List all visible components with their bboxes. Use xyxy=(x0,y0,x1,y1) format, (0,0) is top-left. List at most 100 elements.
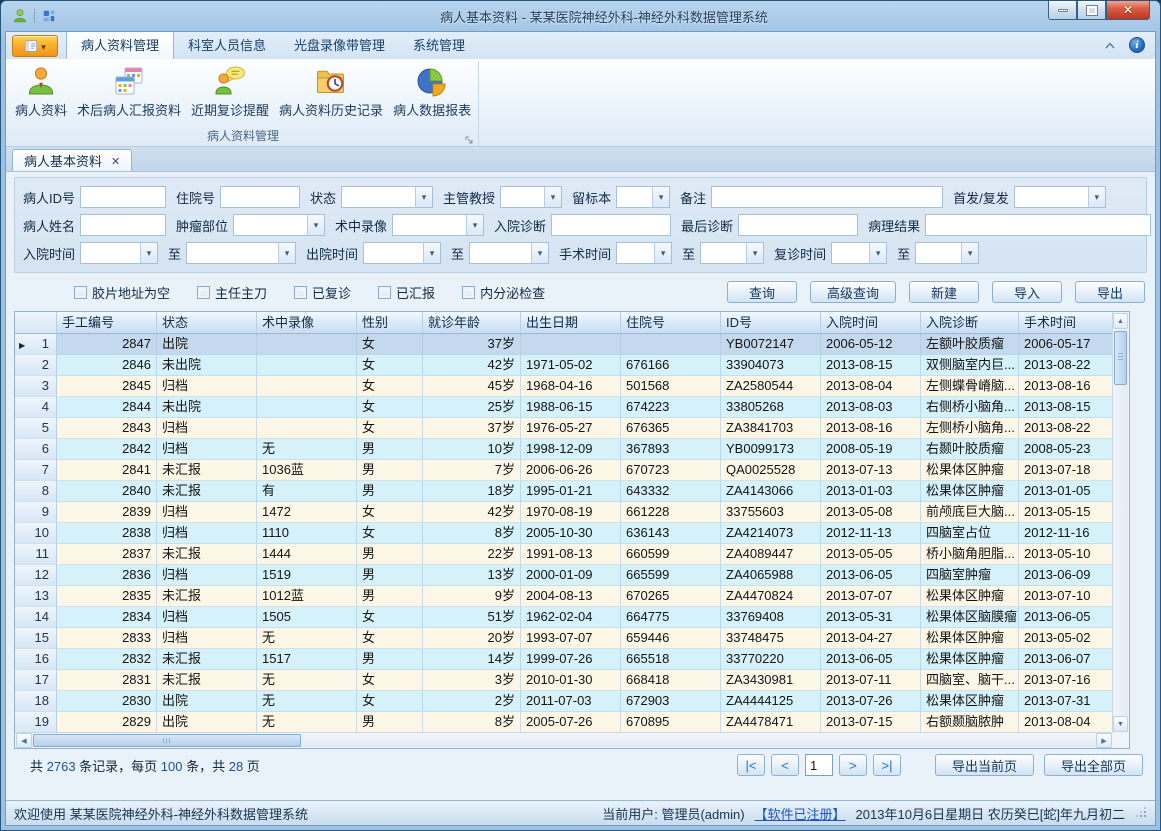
scroll-down-icon[interactable] xyxy=(1113,716,1128,732)
column-header-admit-date[interactable]: 入院时间 xyxy=(821,312,921,334)
registration-link[interactable]: 【软件已注册】 xyxy=(755,804,846,823)
export-current-page-button[interactable]: 导出当前页 xyxy=(935,754,1034,776)
chevron-down-icon[interactable] xyxy=(307,215,324,235)
row-header[interactable]: 14 xyxy=(15,607,57,628)
ribbon-button-postop-report-data[interactable]: 术后病人汇报资料 xyxy=(72,61,186,121)
tab-close-icon[interactable] xyxy=(111,153,120,168)
filter-combo-specimen-kept[interactable] xyxy=(616,186,670,208)
table-row[interactable]: 22846未出院女42岁1971-05-02676166339040732013… xyxy=(15,355,1113,376)
title-bar[interactable]: 病人基本资料 - 某某医院神经外科-神经外科数据管理系统 xyxy=(5,1,1156,31)
row-header[interactable]: 18 xyxy=(15,691,57,712)
filter-input-final-diagnosis[interactable] xyxy=(738,214,858,236)
row-header[interactable]: 17 xyxy=(15,670,57,691)
first-page-button[interactable]: |< xyxy=(737,754,765,776)
checkbox-revisited[interactable]: 已复诊 xyxy=(294,283,351,302)
application-menu-button[interactable] xyxy=(12,35,58,57)
table-row[interactable]: 112837未汇报1444男22岁1991-08-13660599ZA40894… xyxy=(15,544,1113,565)
horizontal-scrollbar[interactable] xyxy=(16,732,1112,747)
chevron-down-icon[interactable] xyxy=(961,243,978,263)
table-row[interactable]: 32845归档女45岁1968-04-16501568ZA25805442013… xyxy=(15,376,1113,397)
chevron-down-icon[interactable] xyxy=(654,243,671,263)
horizontal-scroll-thumb[interactable] xyxy=(33,734,301,747)
filter-input-patient-name[interactable] xyxy=(80,214,166,236)
filter-combo-first-or-recurrent[interactable] xyxy=(1014,186,1106,208)
row-header[interactable]: 12 xyxy=(15,565,57,586)
filter-combo-admit-date-to[interactable] xyxy=(186,242,296,264)
table-row[interactable]: 152833归档无女20岁1993-07-0765944633748475201… xyxy=(15,628,1113,649)
close-button[interactable] xyxy=(1106,1,1150,20)
table-row[interactable]: 12847出院女37岁YB00721472006-05-12左额叶胶质瘤2006… xyxy=(15,334,1113,355)
row-header[interactable]: 11 xyxy=(15,544,57,565)
column-header-birth-date[interactable]: 出生日期 xyxy=(521,312,621,334)
table-row[interactable]: 162832未汇报1517男14岁1999-07-266655183377022… xyxy=(15,649,1113,670)
row-header[interactable]: 10 xyxy=(15,523,57,544)
filter-combo-surgery-date-from[interactable] xyxy=(616,242,672,264)
chevron-down-icon[interactable] xyxy=(415,187,432,207)
column-header-id-no[interactable]: ID号 xyxy=(721,312,821,334)
table-row[interactable]: 42844未出院女25岁1988-06-15674223338052682013… xyxy=(15,397,1113,418)
row-header[interactable]: 9 xyxy=(15,502,57,523)
table-row[interactable]: 142834归档1505女51岁1962-02-0466477533769408… xyxy=(15,607,1113,628)
row-header[interactable]: 5 xyxy=(15,418,57,439)
table-row[interactable]: 72841未汇报1036蓝男7岁2006-06-26670723QA002552… xyxy=(15,460,1113,481)
scroll-up-icon[interactable] xyxy=(1113,313,1128,329)
filter-combo-revisit-date-from[interactable] xyxy=(831,242,887,264)
chevron-down-icon[interactable] xyxy=(1088,187,1105,207)
column-header-gender[interactable]: 性别 xyxy=(357,312,423,334)
ribbon-button-patient-data-report[interactable]: 病人数据报表 xyxy=(388,61,476,121)
filter-combo-discharge-date-from[interactable] xyxy=(363,242,441,264)
chevron-down-icon[interactable] xyxy=(531,243,548,263)
ribbon-tab-department-staff-info[interactable]: 科室人员信息 xyxy=(174,31,280,59)
filter-combo-chief-professor[interactable] xyxy=(500,186,562,208)
row-header[interactable]: 15 xyxy=(15,628,57,649)
scroll-left-icon[interactable] xyxy=(16,733,32,748)
quick-access-icon[interactable] xyxy=(40,7,58,25)
table-row[interactable]: 122836归档1519男13岁2000-01-09665599ZA406598… xyxy=(15,565,1113,586)
checkbox-reported[interactable]: 已汇报 xyxy=(378,283,435,302)
filter-combo-admit-date-from[interactable] xyxy=(80,242,158,264)
table-row[interactable]: 192829出院无男8岁2005-07-26670895ZA4478471201… xyxy=(15,712,1113,733)
filter-combo-discharge-date-to[interactable] xyxy=(469,242,549,264)
query-button[interactable]: 查询 xyxy=(727,281,797,303)
scroll-track[interactable] xyxy=(301,733,1096,747)
column-header-admit-diagnosis[interactable]: 入院诊断 xyxy=(921,312,1019,334)
table-row[interactable]: 62842归档无男10岁1998-12-09367893YB0099173200… xyxy=(15,439,1113,460)
new-button[interactable]: 新建 xyxy=(909,281,979,303)
row-header[interactable]: 1 xyxy=(15,334,57,355)
checkbox-film-address-empty[interactable]: 胶片地址为空 xyxy=(74,283,170,302)
filter-input-patient-id[interactable] xyxy=(80,186,166,208)
export-button[interactable]: 导出 xyxy=(1075,281,1145,303)
column-header-status[interactable]: 状态 xyxy=(157,312,257,334)
chevron-down-icon[interactable] xyxy=(466,215,483,235)
row-header[interactable]: 4 xyxy=(15,397,57,418)
row-header[interactable]: 2 xyxy=(15,355,57,376)
filter-combo-surgery-video[interactable] xyxy=(392,214,484,236)
chevron-down-icon[interactable] xyxy=(140,243,157,263)
next-page-button[interactable]: > xyxy=(839,754,867,776)
row-header[interactable]: 3 xyxy=(15,376,57,397)
vertical-scroll-thumb[interactable] xyxy=(1114,331,1127,385)
dialog-launcher-icon[interactable] xyxy=(464,133,474,143)
import-button[interactable]: 导入 xyxy=(992,281,1062,303)
table-row[interactable]: 52843归档女37岁1976-05-27676365ZA38417032013… xyxy=(15,418,1113,439)
table-row[interactable]: 82840未汇报有男18岁1995-01-21643332ZA414306620… xyxy=(15,481,1113,502)
advanced-query-button[interactable]: 高级查询 xyxy=(810,281,896,303)
filter-combo-status[interactable] xyxy=(341,186,433,208)
filter-combo-tumor-site[interactable] xyxy=(233,214,325,236)
vertical-scrollbar[interactable] xyxy=(1112,313,1128,732)
table-row[interactable]: 92839归档1472女42岁1970-08-19661228337556032… xyxy=(15,502,1113,523)
ribbon-button-revisit-reminder[interactable]: 近期复诊提醒 xyxy=(186,61,274,121)
last-page-button[interactable]: >| xyxy=(873,754,901,776)
row-header[interactable]: 8 xyxy=(15,481,57,502)
ribbon-tab-disc-tape-management[interactable]: 光盘录像带管理 xyxy=(280,31,399,59)
row-header[interactable]: 7 xyxy=(15,460,57,481)
filter-input-remark[interactable] xyxy=(711,186,943,208)
table-row[interactable]: 102838归档1110女8岁2005-10-30636143ZA4214073… xyxy=(15,523,1113,544)
ribbon-button-patient-history-record[interactable]: 病人资料历史记录 xyxy=(274,61,388,121)
ribbon-button-patient-info[interactable]: 病人资料 xyxy=(10,61,72,121)
filter-input-pathology-result[interactable] xyxy=(925,214,1151,236)
row-header[interactable]: 6 xyxy=(15,439,57,460)
table-row[interactable]: 182830出院无女2岁2011-07-03672903ZA4444125201… xyxy=(15,691,1113,712)
document-tab[interactable]: 病人基本资料 xyxy=(12,149,132,171)
filter-input-admission-no[interactable] xyxy=(220,186,300,208)
